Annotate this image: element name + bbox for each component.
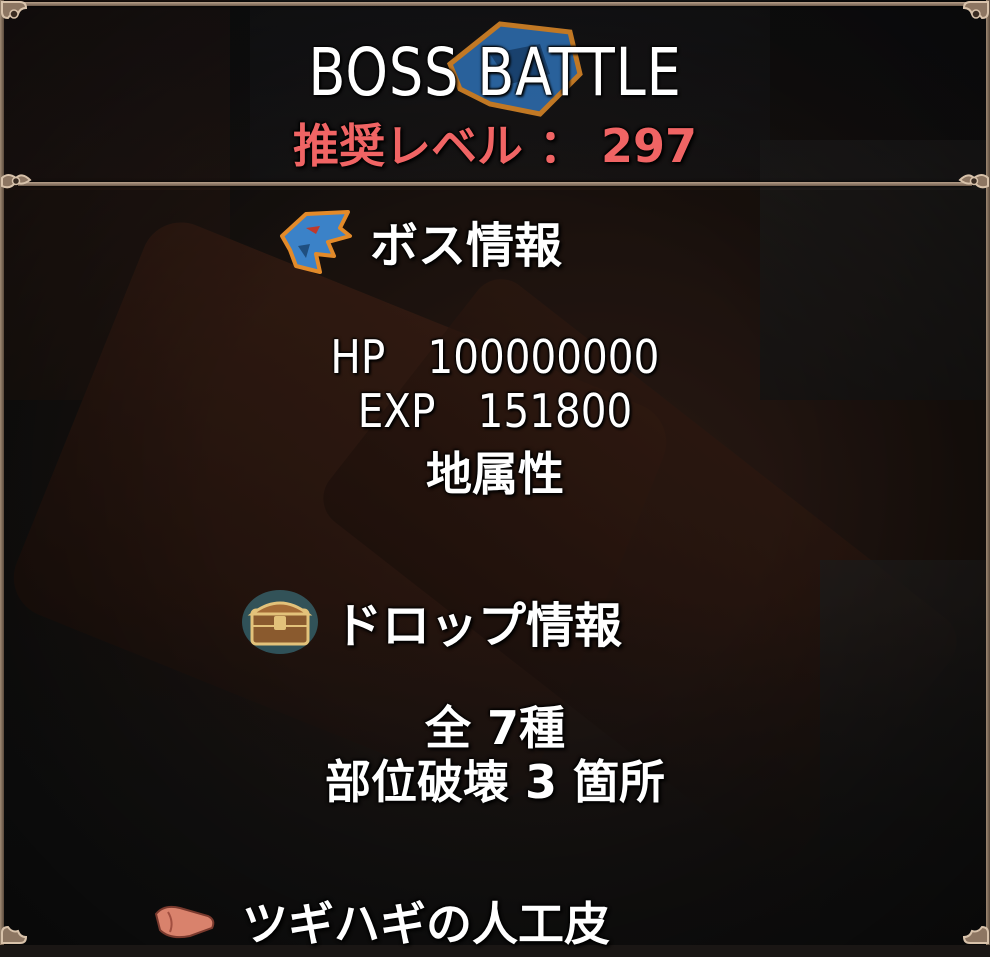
blue-beast-head-icon bbox=[276, 206, 356, 276]
drop-part-break: 部位破壊 3 箇所 bbox=[324, 755, 666, 809]
drop-item-name: ツギハギの人工皮 bbox=[242, 897, 610, 951]
drop-info-heading: ドロップ情報 bbox=[240, 586, 622, 656]
ornament-corner-icon bbox=[956, 911, 990, 945]
drop-list-item: ツギハギの人工皮 bbox=[150, 888, 610, 954]
boss-info-heading: ボス情報 bbox=[276, 206, 562, 276]
page-title: BOSS BATTLE bbox=[308, 34, 682, 111]
ornament-corner-icon bbox=[0, 0, 34, 34]
exp-value: 151800 bbox=[477, 384, 633, 438]
boss-info-heading-text: ボス情報 bbox=[370, 218, 563, 274]
frame-top-border bbox=[18, 2, 972, 6]
boss-hp-row: HP 100000000 bbox=[0, 330, 990, 384]
ornament-corner-icon bbox=[0, 911, 34, 945]
patched-leather-icon bbox=[150, 896, 220, 946]
recommended-level: 推奨レベル ： 297 bbox=[292, 119, 698, 173]
info-panel bbox=[4, 190, 986, 945]
boss-exp-row: EXP 151800 bbox=[0, 384, 990, 438]
ornament-corner-icon bbox=[956, 0, 990, 34]
hp-value: 100000000 bbox=[427, 330, 660, 384]
treasure-chest-icon bbox=[240, 586, 320, 656]
hp-label: HP bbox=[330, 330, 386, 384]
exp-label: EXP bbox=[357, 384, 436, 438]
frame-divider bbox=[18, 182, 972, 186]
drop-info-heading-text: ドロップ情報 bbox=[334, 598, 623, 654]
boss-element: 地属性 bbox=[426, 447, 564, 501]
